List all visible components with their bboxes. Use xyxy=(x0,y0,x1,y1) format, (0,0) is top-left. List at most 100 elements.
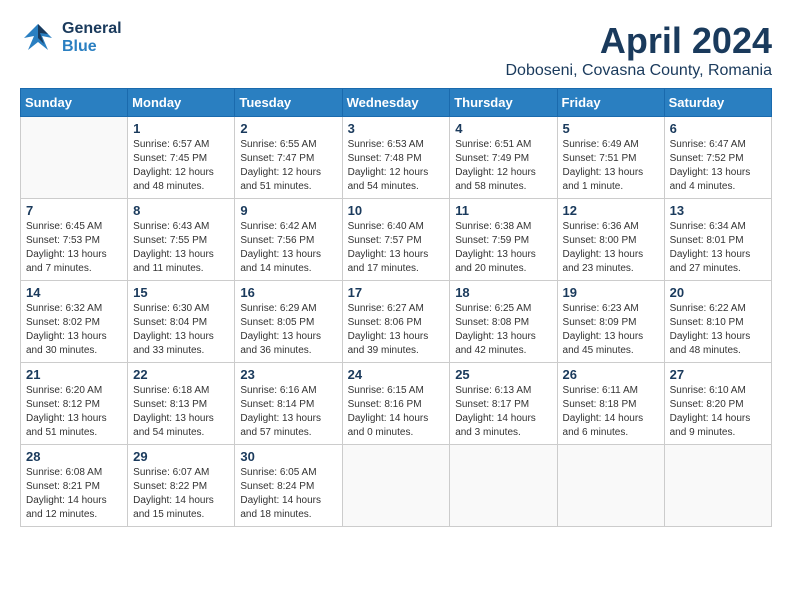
day-number: 4 xyxy=(455,121,551,136)
calendar-cell xyxy=(664,445,771,527)
calendar-week-2: 7 Sunrise: 6:45 AM Sunset: 7:53 PM Daylig… xyxy=(21,199,772,281)
col-header-monday: Monday xyxy=(128,89,235,117)
calendar-cell: 14Sunrise: 6:32 AM Sunset: 8:02 PM Dayli… xyxy=(21,281,128,363)
day-number: 17 xyxy=(348,285,445,300)
day-number: 12 xyxy=(563,203,659,218)
day-info: Sunrise: 6:18 AM Sunset: 8:13 PM Dayligh… xyxy=(133,384,229,440)
day-info: Sunrise: 6:57 AM Sunset: 7:45 PM Dayligh… xyxy=(133,138,229,194)
day-info: Sunrise: 6:53 AM Sunset: 7:48 PM Dayligh… xyxy=(348,138,445,194)
calendar-cell: 19 Sunrise: 6:23 AM Sunset: 8:09 PM Dayli… xyxy=(557,281,664,363)
day-info: Sunrise: 6:55 AM Sunset: 7:47 PM Dayligh… xyxy=(240,138,336,194)
day-info: Sunrise: 6:08 AM Sunset: 8:21 PM Dayligh… xyxy=(26,466,122,522)
calendar-cell: 24 Sunrise: 6:15 AM Sunset: 8:16 PM Dayli… xyxy=(342,363,450,445)
calendar-cell: 16Sunrise: 6:29 AM Sunset: 8:05 PM Dayli… xyxy=(235,281,342,363)
day-number: 20 xyxy=(670,285,766,300)
calendar-week-5: 28 Sunrise: 6:08 AM Sunset: 8:21 PM Dayli… xyxy=(21,445,772,527)
calendar-cell: 23 Sunrise: 6:16 AM Sunset: 8:14 PM Dayli… xyxy=(235,363,342,445)
day-info: Sunrise: 6:42 AM Sunset: 7:56 PM Dayligh… xyxy=(240,220,336,276)
day-info: Sunrise: 6:05 AM Sunset: 8:24 PM Dayligh… xyxy=(240,466,336,522)
day-info: Sunrise: 6:22 AM Sunset: 8:10 PM Dayligh… xyxy=(670,302,766,358)
day-info: Sunrise: 6:11 AM Sunset: 8:18 PM Dayligh… xyxy=(563,384,659,440)
day-number: 19 xyxy=(563,285,659,300)
day-number: 8 xyxy=(133,203,229,218)
calendar-cell: 12 Sunrise: 6:36 AM Sunset: 8:00 PM Dayli… xyxy=(557,199,664,281)
calendar-cell: 11 Sunrise: 6:38 AM Sunset: 7:59 PM Dayli… xyxy=(450,199,557,281)
col-header-wednesday: Wednesday xyxy=(342,89,450,117)
day-number: 24 xyxy=(348,367,445,382)
title-block: April 2024 Doboseni, Covasna County, Rom… xyxy=(505,20,772,80)
col-header-saturday: Saturday xyxy=(664,89,771,117)
day-info: Sunrise: 6:23 AM Sunset: 8:09 PM Dayligh… xyxy=(563,302,659,358)
day-info: Sunrise: 6:07 AM Sunset: 8:22 PM Dayligh… xyxy=(133,466,229,522)
day-info: Sunrise: 6:16 AM Sunset: 8:14 PM Dayligh… xyxy=(240,384,336,440)
calendar-cell: 3 Sunrise: 6:53 AM Sunset: 7:48 PM Daylig… xyxy=(342,117,450,199)
calendar-week-4: 21 Sunrise: 6:20 AM Sunset: 8:12 PM Dayli… xyxy=(21,363,772,445)
calendar-cell: 30 Sunrise: 6:05 AM Sunset: 8:24 PM Dayli… xyxy=(235,445,342,527)
day-number: 29 xyxy=(133,449,229,464)
calendar-cell: 8 Sunrise: 6:43 AM Sunset: 7:55 PM Daylig… xyxy=(128,199,235,281)
day-info: Sunrise: 6:51 AM Sunset: 7:49 PM Dayligh… xyxy=(455,138,551,194)
day-number: 13 xyxy=(670,203,766,218)
day-number: 16 xyxy=(240,285,336,300)
day-number: 5 xyxy=(563,121,659,136)
calendar-cell: 28 Sunrise: 6:08 AM Sunset: 8:21 PM Dayli… xyxy=(21,445,128,527)
day-number: 2 xyxy=(240,121,336,136)
day-info: Sunrise: 6:15 AM Sunset: 8:16 PM Dayligh… xyxy=(348,384,445,440)
day-info: Sunrise: 6:20 AM Sunset: 8:12 PM Dayligh… xyxy=(26,384,122,440)
day-number: 9 xyxy=(240,203,336,218)
logo: General Blue xyxy=(20,20,122,56)
day-info: Sunrise: 6:40 AM Sunset: 7:57 PM Dayligh… xyxy=(348,220,445,276)
calendar-cell: 9 Sunrise: 6:42 AM Sunset: 7:56 PM Daylig… xyxy=(235,199,342,281)
col-header-thursday: Thursday xyxy=(450,89,557,117)
col-header-sunday: Sunday xyxy=(21,89,128,117)
day-number: 15 xyxy=(133,285,229,300)
calendar-cell xyxy=(342,445,450,527)
day-info: Sunrise: 6:30 AM Sunset: 8:04 PM Dayligh… xyxy=(133,302,229,358)
day-number: 1 xyxy=(133,121,229,136)
day-number: 18 xyxy=(455,285,551,300)
day-number: 3 xyxy=(348,121,445,136)
day-number: 28 xyxy=(26,449,122,464)
calendar-cell xyxy=(21,117,128,199)
day-info: Sunrise: 6:36 AM Sunset: 8:00 PM Dayligh… xyxy=(563,220,659,276)
day-info: Sunrise: 6:38 AM Sunset: 7:59 PM Dayligh… xyxy=(455,220,551,276)
day-info: Sunrise: 6:32 AM Sunset: 8:02 PM Dayligh… xyxy=(26,302,122,358)
calendar-table: SundayMondayTuesdayWednesdayThursdayFrid… xyxy=(20,88,772,527)
col-header-friday: Friday xyxy=(557,89,664,117)
calendar-cell xyxy=(557,445,664,527)
day-number: 6 xyxy=(670,121,766,136)
day-number: 30 xyxy=(240,449,336,464)
day-number: 21 xyxy=(26,367,122,382)
day-number: 26 xyxy=(563,367,659,382)
calendar-cell: 2 Sunrise: 6:55 AM Sunset: 7:47 PM Daylig… xyxy=(235,117,342,199)
day-info: Sunrise: 6:45 AM Sunset: 7:53 PM Dayligh… xyxy=(26,220,122,276)
calendar-week-3: 14Sunrise: 6:32 AM Sunset: 8:02 PM Dayli… xyxy=(21,281,772,363)
calendar-cell: 27Sunrise: 6:10 AM Sunset: 8:20 PM Dayli… xyxy=(664,363,771,445)
logo-icon xyxy=(20,20,56,56)
logo-text: General Blue xyxy=(62,20,122,56)
day-info: Sunrise: 6:47 AM Sunset: 7:52 PM Dayligh… xyxy=(670,138,766,194)
col-header-tuesday: Tuesday xyxy=(235,89,342,117)
day-info: Sunrise: 6:43 AM Sunset: 7:55 PM Dayligh… xyxy=(133,220,229,276)
location-title: Doboseni, Covasna County, Romania xyxy=(505,62,772,80)
calendar-cell: 21 Sunrise: 6:20 AM Sunset: 8:12 PM Dayli… xyxy=(21,363,128,445)
calendar-cell: 4 Sunrise: 6:51 AM Sunset: 7:49 PM Daylig… xyxy=(450,117,557,199)
day-number: 11 xyxy=(455,203,551,218)
day-number: 7 xyxy=(26,203,122,218)
day-info: Sunrise: 6:10 AM Sunset: 8:20 PM Dayligh… xyxy=(670,384,766,440)
calendar-cell: 29 Sunrise: 6:07 AM Sunset: 8:22 PM Dayli… xyxy=(128,445,235,527)
calendar-cell: 1 Sunrise: 6:57 AM Sunset: 7:45 PM Daylig… xyxy=(128,117,235,199)
calendar-cell: 13 Sunrise: 6:34 AM Sunset: 8:01 PM Dayli… xyxy=(664,199,771,281)
calendar-cell: 26 Sunrise: 6:11 AM Sunset: 8:18 PM Dayli… xyxy=(557,363,664,445)
day-number: 25 xyxy=(455,367,551,382)
day-number: 22 xyxy=(133,367,229,382)
calendar-cell: 7 Sunrise: 6:45 AM Sunset: 7:53 PM Daylig… xyxy=(21,199,128,281)
page-header: General Blue April 2024 Doboseni, Covasn… xyxy=(20,20,772,80)
day-info: Sunrise: 6:49 AM Sunset: 7:51 PM Dayligh… xyxy=(563,138,659,194)
calendar-cell: 20 Sunrise: 6:22 AM Sunset: 8:10 PM Dayli… xyxy=(664,281,771,363)
calendar-cell xyxy=(450,445,557,527)
calendar-cell: 18Sunrise: 6:25 AM Sunset: 8:08 PM Dayli… xyxy=(450,281,557,363)
day-info: Sunrise: 6:34 AM Sunset: 8:01 PM Dayligh… xyxy=(670,220,766,276)
calendar-cell: 5 Sunrise: 6:49 AM Sunset: 7:51 PM Daylig… xyxy=(557,117,664,199)
day-number: 23 xyxy=(240,367,336,382)
